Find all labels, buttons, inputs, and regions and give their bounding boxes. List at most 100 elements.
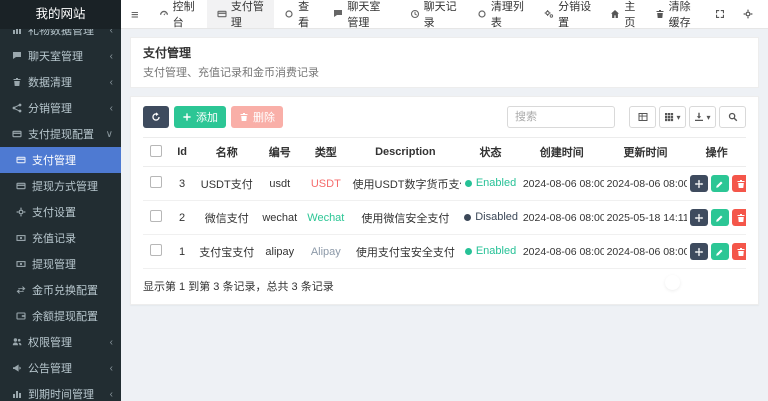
sidebar-item-支付提现配置[interactable]: 支付提现配置 ∨ — [0, 121, 121, 147]
nav-tab-清理列表[interactable]: 清理列表 — [467, 0, 534, 29]
column-header[interactable]: 更新时间 — [603, 137, 688, 167]
expand-button[interactable] — [706, 0, 734, 28]
move-button[interactable] — [690, 209, 709, 226]
column-header[interactable]: 编号 — [257, 137, 303, 167]
sidebar-item-公告管理[interactable]: 公告管理 ‹ — [0, 355, 121, 381]
sidebar-item-权限管理[interactable]: 权限管理 ‹ — [0, 329, 121, 355]
cell-actions — [687, 200, 746, 235]
cell-description: 使用USDT数字货币支付 — [349, 166, 462, 201]
chevron-left-icon: ‹ — [109, 76, 113, 88]
nav-tab-label: 支付管理 — [230, 1, 264, 29]
gears-icon — [544, 9, 554, 19]
payments-table: Id 名称 编号 类型 Description 状态 创建时间 更新时间 操作 3 USDT支付 u… — [143, 137, 746, 269]
cell-code: alipay — [257, 234, 303, 269]
row-delete-button[interactable] — [732, 243, 746, 260]
chevron-left-icon: ‹ — [109, 50, 113, 62]
toggle-view-button[interactable] — [629, 106, 656, 128]
sidebar-item-label: 权限管理 — [28, 337, 72, 349]
page-title: 支付管理 — [143, 46, 192, 60]
nav-tab-查看[interactable]: 查看 — [274, 0, 323, 29]
sidebar-item-提现管理[interactable]: 提现管理 — [0, 251, 121, 277]
cell-code: usdt — [257, 166, 303, 201]
move-button[interactable] — [690, 243, 709, 260]
move-button[interactable] — [690, 175, 709, 192]
users-icon — [10, 337, 23, 347]
credit-card-icon — [14, 181, 27, 191]
trash-icon — [10, 77, 23, 87]
table-row: 3 USDT支付 usdt USDT 使用USDT数字货币支付 Enabled 2024-0… — [143, 166, 746, 201]
row-checkbox[interactable] — [149, 244, 162, 256]
table-header-row: Id 名称 编号 类型 Description 状态 创建时间 更新时间 操作 — [143, 137, 746, 167]
columns-icon — [664, 112, 674, 122]
column-header[interactable]: Id — [168, 137, 197, 167]
row-delete-button[interactable] — [732, 209, 746, 226]
sidebar-item-label: 分销管理 — [28, 103, 72, 115]
sidebar-item-金币兑换配置[interactable]: 金币兑换配置 — [0, 277, 121, 303]
nav-tab-分销设置[interactable]: 分销设置 — [534, 0, 601, 29]
column-header[interactable]: 状态 — [461, 137, 520, 167]
sidebar-item-到期时间管理[interactable]: 到期时间管理 ‹ — [0, 381, 121, 401]
refresh-button[interactable] — [143, 106, 169, 128]
share-icon — [10, 103, 23, 113]
nav-tab-聊天室管理[interactable]: 聊天室管理 — [323, 0, 399, 29]
circle-icon — [477, 9, 487, 19]
sidebar-item-聊天室管理[interactable]: 聊天室管理 ‹ — [0, 43, 121, 69]
sidebar-item-label: 支付管理 — [32, 155, 76, 167]
edit-button[interactable] — [711, 243, 730, 260]
nav-tab-label: 聊天记录 — [423, 1, 457, 29]
circle-icon — [284, 9, 294, 19]
sidebar-item-分销管理[interactable]: 分销管理 ‹ — [0, 95, 121, 121]
cell-code: wechat — [257, 200, 303, 235]
sidebar-item-label: 聊天室管理 — [28, 51, 83, 63]
column-header[interactable]: 类型 — [302, 137, 350, 167]
chart-icon — [10, 389, 23, 399]
row-checkbox[interactable] — [149, 176, 162, 188]
sidebar-item-数据清理[interactable]: 数据清理 ‹ — [0, 69, 121, 95]
nav-tab-支付管理[interactable]: 支付管理 — [206, 0, 275, 29]
nav-tab-label: 查看 — [298, 1, 310, 29]
delete-button[interactable]: 删除 — [231, 106, 283, 128]
search-button[interactable] — [719, 106, 746, 128]
export-button[interactable]: ▾ — [689, 106, 716, 128]
sidebar-item-提现方式管理[interactable]: 提现方式管理 — [0, 173, 121, 199]
cell-description: 使用微信安全支付 — [349, 200, 462, 235]
sidebar-item-充值记录[interactable]: 充值记录 — [0, 225, 121, 251]
chevron-left-icon: ‹ — [109, 388, 113, 400]
search-input[interactable] — [507, 106, 615, 128]
edit-button[interactable] — [711, 209, 730, 226]
site-title: 我的网站 — [0, 0, 121, 29]
credit-card-icon — [10, 129, 23, 139]
refresh-icon — [151, 112, 161, 122]
nav-link-清除缓存[interactable]: 清除缓存 — [646, 0, 706, 29]
sidebar-item-label: 支付提现配置 — [28, 129, 94, 141]
row-checkbox[interactable] — [149, 210, 162, 222]
pagination-info: 显示第 1 到第 3 条记录，总共 3 条记录 — [143, 281, 334, 293]
floating-dot[interactable] — [665, 275, 680, 290]
cell-created: 2024-08-06 08:00:00 — [519, 166, 604, 201]
sidebar-item-支付管理[interactable]: 支付管理 — [0, 147, 121, 173]
status-dot-icon — [464, 213, 472, 221]
column-header[interactable]: 创建时间 — [519, 137, 604, 167]
select-all-checkbox[interactable] — [149, 144, 162, 157]
edit-button[interactable] — [711, 175, 730, 192]
cell-status: Enabled — [461, 234, 520, 269]
cell-created: 2024-08-06 08:00:00 — [519, 200, 604, 235]
column-header[interactable]: 名称 — [196, 137, 258, 167]
sidebar-toggle-icon[interactable]: ≡ — [121, 0, 149, 28]
nav-tab-label: 清理列表 — [490, 1, 524, 29]
nav-link-主页[interactable]: 主页 — [601, 0, 645, 29]
sidebar-item-支付设置[interactable]: 支付设置 — [0, 199, 121, 225]
columns-button[interactable]: ▾ — [659, 106, 686, 128]
sidebar-item-label: 公告管理 — [28, 363, 72, 375]
content: 支付管理 支付管理、充值记录和金币消费记录 添加 删除 ▾ ▾ — [121, 29, 768, 401]
top-navbar: ≡ 控制台 支付管理 查看 聊天室管理 聊天记录 清理列表 分销设置 主页 清除缓存 — [121, 0, 768, 29]
sidebar-item-余额提现配置[interactable]: 余额提现配置 — [0, 303, 121, 329]
sidebar-item-label: 充值记录 — [32, 233, 76, 245]
column-header[interactable]: Description — [349, 137, 462, 167]
nav-tab-聊天记录[interactable]: 聊天记录 — [400, 0, 467, 29]
row-delete-button[interactable] — [732, 175, 746, 192]
nav-tab-控制台[interactable]: 控制台 — [149, 0, 207, 29]
gear-button[interactable] — [734, 0, 762, 28]
column-header[interactable]: 操作 — [687, 137, 746, 167]
add-button[interactable]: 添加 — [174, 106, 226, 128]
